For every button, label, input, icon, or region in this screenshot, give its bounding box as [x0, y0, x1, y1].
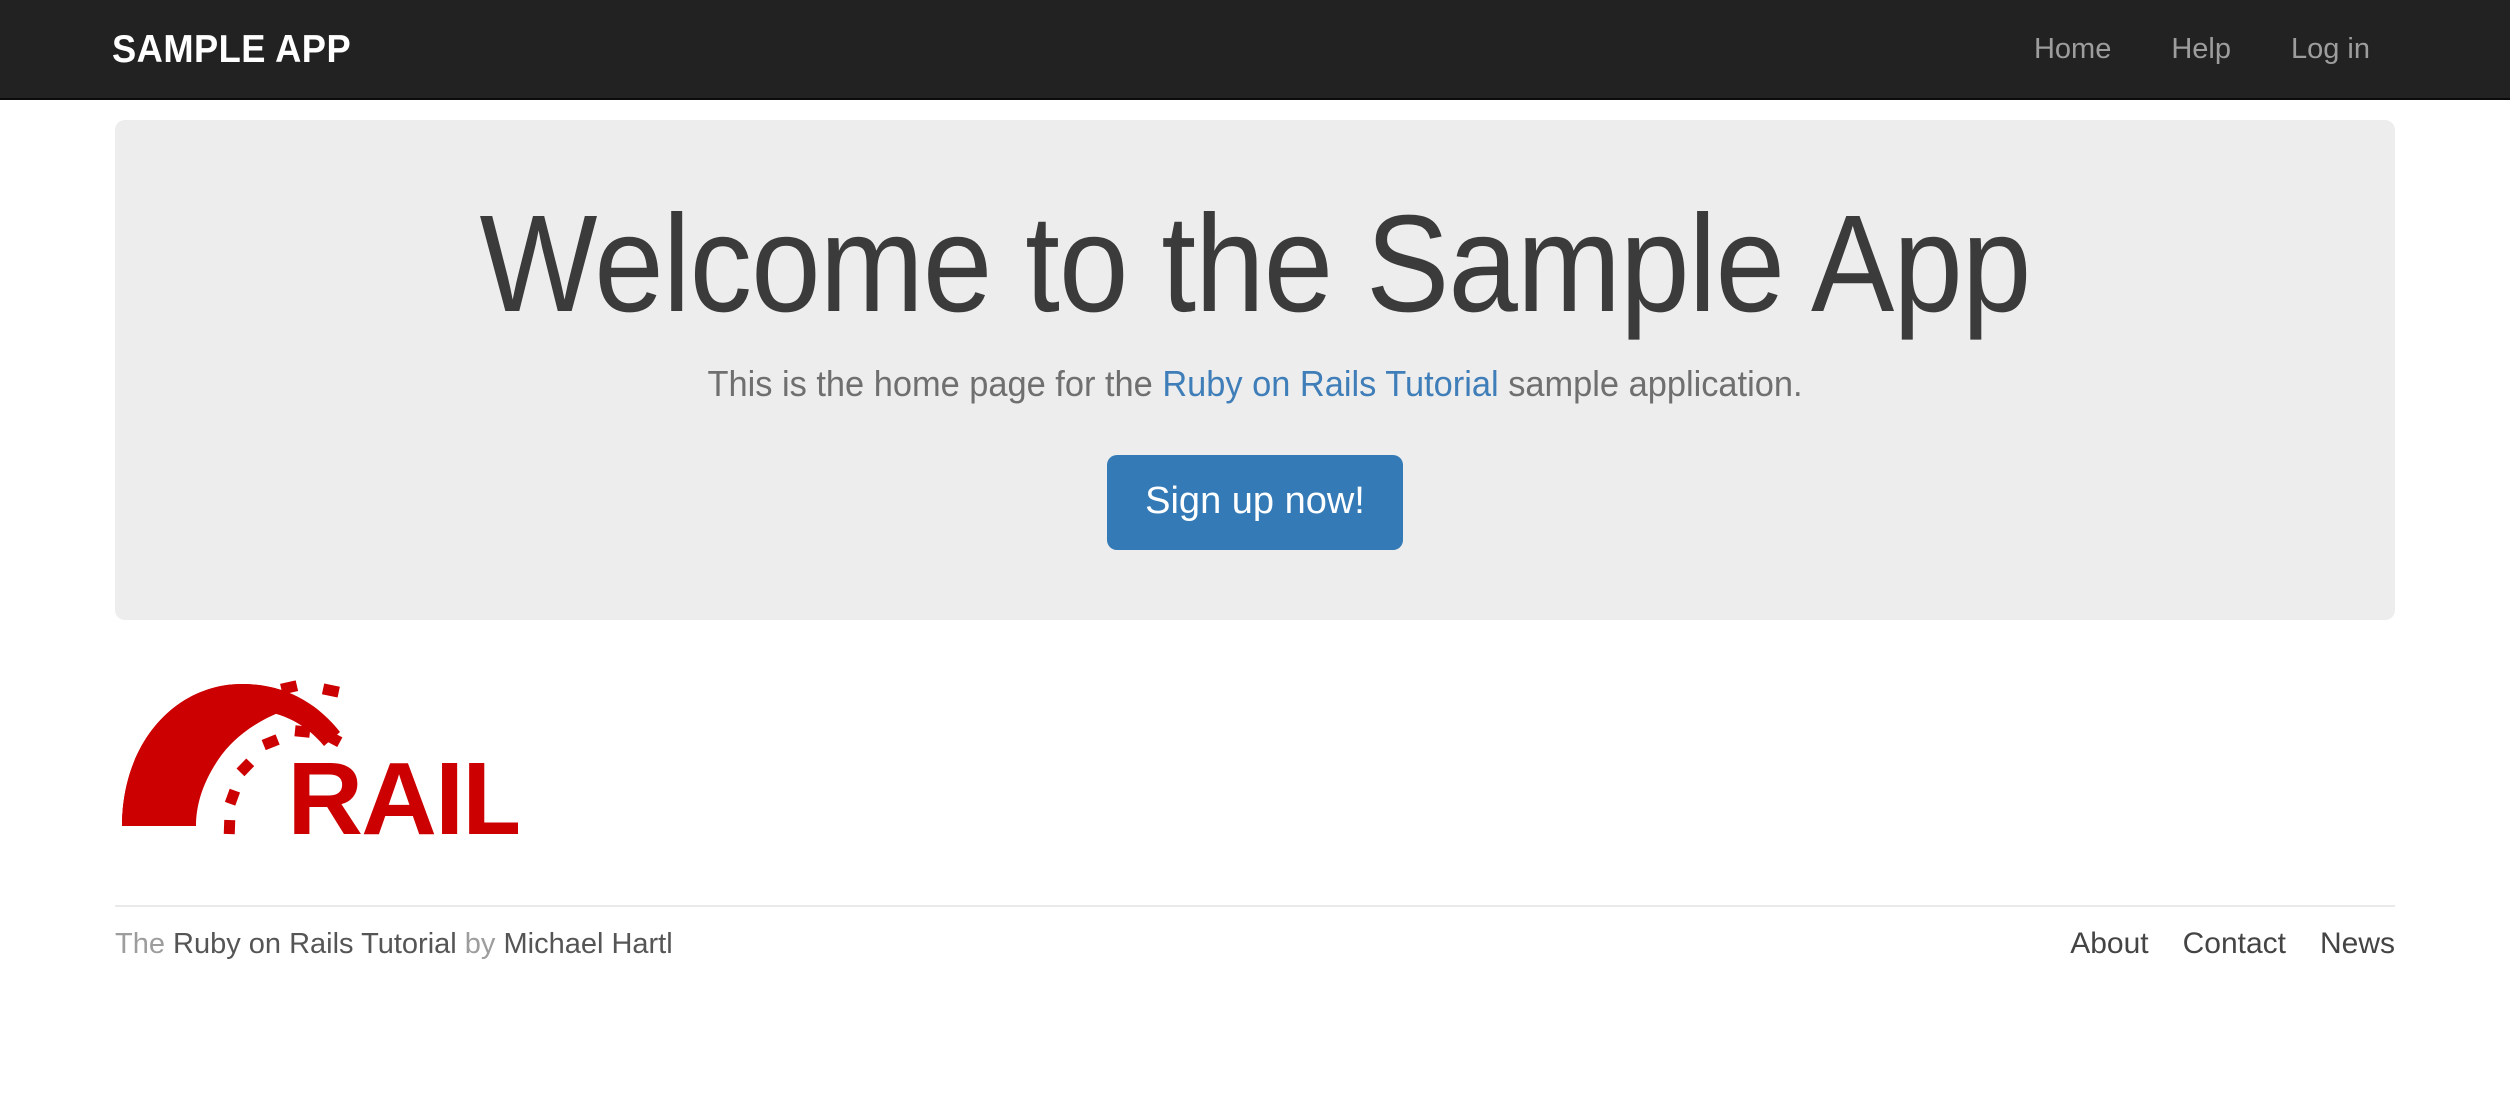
page-container: Welcome to the Sample App This is the ho…: [115, 120, 2395, 961]
footer-nav-list: About Contact News: [2053, 927, 2395, 961]
nav-help[interactable]: Help: [2141, 34, 2261, 64]
rails-logo-container: RAILS: [115, 668, 2395, 853]
page-title: Welcome to the Sample App: [479, 187, 2032, 341]
footer-credit: The Ruby on Rails Tutorial by Michael Ha…: [115, 928, 673, 961]
rails-tutorial-link[interactable]: Ruby on Rails Tutorial: [1162, 363, 1498, 404]
cta-container: Sign up now!: [145, 455, 2365, 551]
nav-item-login: Log in: [2261, 34, 2400, 64]
lead-text-prefix: This is the home page for the: [707, 362, 1163, 404]
footer-credit-middle: by: [456, 928, 504, 961]
rails-logo-link[interactable]: RAILS: [118, 668, 518, 848]
nav-item-help: Help: [2141, 34, 2261, 64]
lead-text-suffix: sample application.: [1498, 362, 1803, 404]
primary-nav-list: Home Help Log in: [2004, 34, 2400, 64]
footer-nav-item-about: About: [2053, 927, 2165, 961]
nav-login[interactable]: Log in: [2261, 34, 2400, 64]
footer-nav-news[interactable]: News: [2303, 927, 2395, 960]
footer-author-link[interactable]: Michael Hartl: [503, 928, 672, 960]
rails-wordmark: RAILS: [287, 742, 518, 848]
footer-nav-contact[interactable]: Contact: [2166, 927, 2303, 960]
nav-home[interactable]: Home: [2004, 34, 2141, 64]
footer-nav-item-news: News: [2303, 927, 2395, 961]
jumbotron: Welcome to the Sample App This is the ho…: [115, 120, 2395, 621]
primary-navigation: Home Help Log in: [2004, 34, 2400, 64]
site-footer: The Ruby on Rails Tutorial by Michael Ha…: [115, 905, 2395, 961]
footer-nav-item-contact: Contact: [2166, 927, 2303, 961]
site-logo-link[interactable]: sample app: [112, 30, 351, 69]
footer-credit-prefix: The: [115, 928, 174, 961]
footer-navigation: About Contact News: [2053, 927, 2395, 961]
nav-item-home: Home: [2004, 34, 2141, 64]
signup-button[interactable]: Sign up now!: [1107, 455, 1403, 551]
footer-tutorial-link[interactable]: Ruby on Rails Tutorial: [173, 928, 457, 960]
lead-paragraph: This is the home page for the Ruby on Ra…: [195, 359, 2315, 409]
footer-nav-about[interactable]: About: [2053, 927, 2165, 960]
site-header: sample app Home Help Log in: [0, 0, 2510, 100]
rails-logo-icon: RAILS: [122, 680, 518, 848]
